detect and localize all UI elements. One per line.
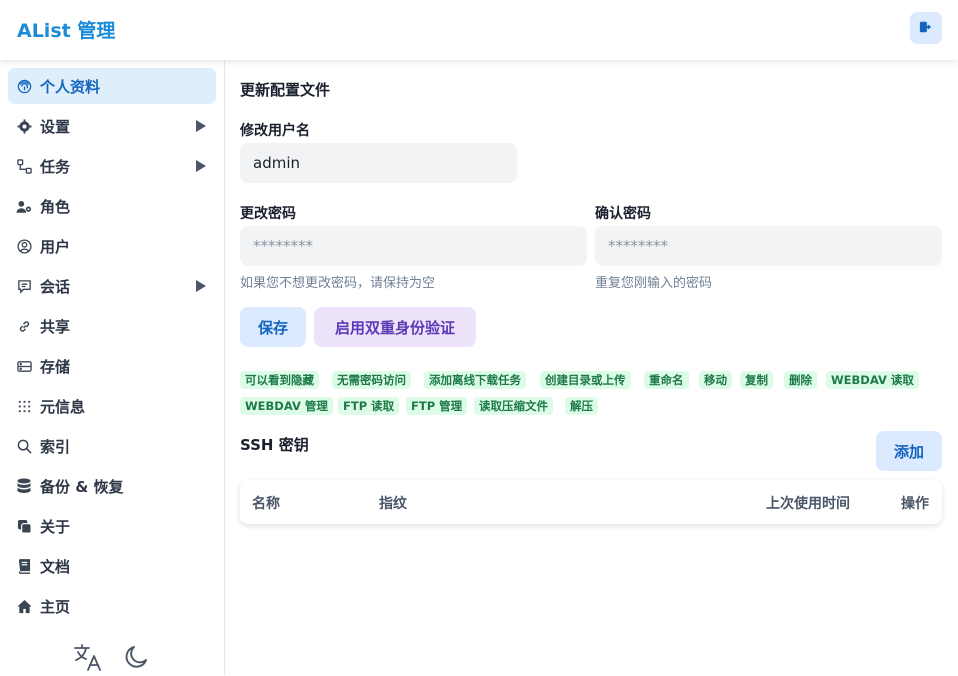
- permission-badge: 移动: [699, 371, 732, 389]
- sidebar-item-shares[interactable]: 共享: [8, 308, 216, 344]
- sidebar-item-label: 索引: [40, 438, 71, 456]
- sidebar-item-backup[interactable]: 备份 & 恢复: [8, 468, 216, 504]
- sidebar-item-label: 文档: [40, 558, 71, 576]
- translate-icon[interactable]: [74, 644, 103, 676]
- enable-2fa-button[interactable]: 启用双重身份验证: [314, 307, 476, 347]
- permission-badge: 解压: [565, 397, 598, 415]
- sidebar-item-label: 存储: [40, 358, 71, 376]
- password-hint: 如果您不想更改密码，请保持为空: [240, 276, 436, 291]
- top-header: AList 管理: [0, 0, 958, 60]
- sidebar-bottom-toolbar: [0, 640, 225, 676]
- password-label: 更改密码: [240, 206, 296, 222]
- permission-badge: 读取压缩文件: [474, 397, 553, 415]
- book-icon: [16, 558, 32, 574]
- sidebar-item-label: 任务: [40, 158, 71, 176]
- add-ssh-key-button[interactable]: 添加: [876, 431, 942, 471]
- permission-badge: 复制: [740, 371, 773, 389]
- sidebar-item-label: 关于: [40, 518, 71, 536]
- link-icon: [16, 318, 32, 334]
- column-header-actions: 操作: [901, 496, 929, 512]
- confirm-password-label: 确认密码: [595, 206, 651, 222]
- sidebar-item-label: 用户: [40, 238, 71, 256]
- sidebar-item-roles[interactable]: 角色: [8, 188, 216, 224]
- permission-badge: FTP 管理: [406, 397, 468, 415]
- sidebar-item-label: 设置: [40, 118, 71, 136]
- database-icon: [16, 478, 32, 494]
- username-label: 修改用户名: [240, 123, 310, 139]
- column-header-last-used[interactable]: 上次使用时间: [766, 493, 850, 513]
- sidebar-item-index[interactable]: 索引: [8, 428, 216, 464]
- grid-dots-icon: [16, 398, 32, 414]
- sidebar-item-about[interactable]: 关于: [8, 508, 216, 544]
- copy-icon: [16, 518, 32, 534]
- ssh-keys-table: 名称 指纹 上次使用时间 操作: [240, 480, 942, 524]
- expand-arrow-icon[interactable]: [196, 280, 206, 292]
- main-content: 更新配置文件 修改用户名 更改密码 如果您不想更改密码，请保持为空 确认密码 重…: [225, 60, 958, 675]
- user-gear-icon: [16, 198, 32, 214]
- sidebar: 个人资料 设置 任务 角色 用户 会话 共享 存储 元信息 索引 备份 & 恢复…: [0, 60, 225, 675]
- sidebar-item-label: 备份 & 恢复: [40, 478, 124, 496]
- save-button[interactable]: 保存: [240, 307, 306, 347]
- app-brand[interactable]: AList 管理: [17, 16, 115, 43]
- ssh-keys-title: SSH 密钥: [240, 436, 309, 454]
- permission-badge: 添加离线下载任务: [424, 371, 526, 389]
- column-header-name[interactable]: 名称: [252, 493, 280, 513]
- permission-badge: 可以看到隐藏: [240, 371, 319, 389]
- page-title: 更新配置文件: [240, 81, 331, 99]
- permission-badge: WEBDAV 管理: [240, 397, 333, 415]
- search-icon: [16, 438, 32, 454]
- gear-icon: [16, 118, 32, 134]
- expand-arrow-icon[interactable]: [196, 120, 206, 132]
- sidebar-item-meta[interactable]: 元信息: [8, 388, 216, 424]
- sidebar-item-label: 会话: [40, 278, 71, 296]
- column-header-fingerprint[interactable]: 指纹: [379, 493, 407, 513]
- password-input[interactable]: [240, 226, 587, 266]
- fingerprint-icon: [16, 78, 32, 94]
- sidebar-item-label: 元信息: [40, 398, 86, 416]
- sidebar-item-profile[interactable]: 个人资料: [8, 68, 216, 104]
- username-input[interactable]: [240, 143, 517, 183]
- sidebar-item-label: 角色: [40, 198, 71, 216]
- logout-icon: [919, 19, 933, 38]
- logout-button[interactable]: [910, 12, 942, 44]
- sidebar-item-storage[interactable]: 存储: [8, 348, 216, 384]
- permission-badge: FTP 读取: [338, 397, 400, 415]
- sidebar-item-tasks[interactable]: 任务: [8, 148, 216, 184]
- permission-badge: 重命名: [644, 371, 689, 389]
- confirm-password-input[interactable]: [595, 226, 942, 266]
- confirm-password-hint: 重复您刚输入的密码: [595, 276, 713, 291]
- user-circle-icon: [16, 238, 32, 254]
- storage-icon: [16, 358, 32, 374]
- sidebar-item-label: 个人资料: [40, 78, 101, 96]
- sidebar-item-label: 共享: [40, 318, 71, 336]
- expand-arrow-icon[interactable]: [196, 160, 206, 172]
- sidebar-item-settings[interactable]: 设置: [8, 108, 216, 144]
- sidebar-item-sessions[interactable]: 会话: [8, 268, 216, 304]
- permission-badge: 创建目录或上传: [540, 371, 631, 389]
- moon-icon[interactable]: [124, 644, 150, 674]
- permission-badge: 删除: [784, 371, 817, 389]
- permission-badge: WEBDAV 读取: [826, 371, 919, 389]
- sidebar-item-users[interactable]: 用户: [8, 228, 216, 264]
- workflow-icon: [16, 158, 32, 174]
- sidebar-item-docs[interactable]: 文档: [8, 548, 216, 584]
- home-icon: [16, 598, 32, 614]
- permission-badge: 无需密码访问: [332, 371, 411, 389]
- sidebar-item-home[interactable]: 主页: [8, 588, 216, 624]
- chat-icon: [16, 278, 32, 294]
- sidebar-item-label: 主页: [40, 598, 71, 616]
